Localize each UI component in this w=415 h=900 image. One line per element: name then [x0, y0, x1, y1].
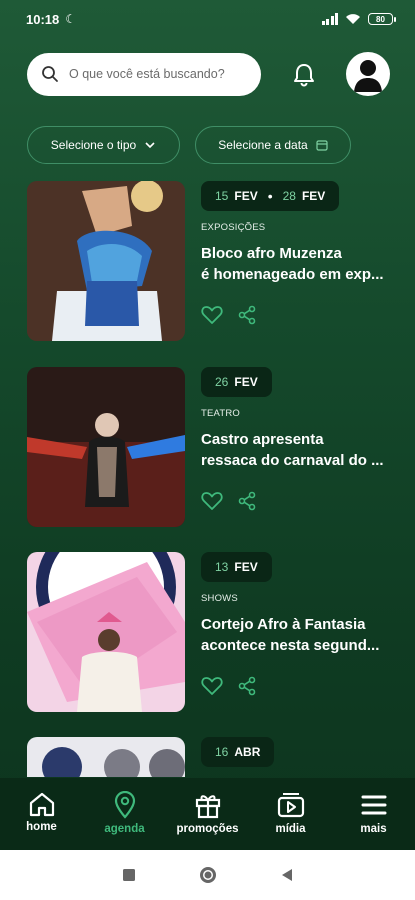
- date-start-day: 15: [215, 189, 229, 203]
- calendar-icon: [316, 140, 328, 151]
- bottom-nav: home agenda promoções mídia mais: [0, 778, 415, 850]
- event-actions: [201, 676, 257, 696]
- event-title-line-2: ressaca do carnaval do ...: [201, 452, 384, 469]
- nav-item-mais[interactable]: mais: [332, 778, 415, 850]
- date-start-month: FEV: [234, 189, 258, 203]
- chevron-down-icon: [145, 142, 155, 149]
- date-start-day: 26: [215, 375, 229, 389]
- date-start-month: ABR: [234, 745, 261, 759]
- nav-item-label: mais: [360, 823, 387, 835]
- event-image[interactable]: [27, 552, 185, 712]
- event-card[interactable]: 13 FEV SHOWS Cortejo Afro à Fantasia aco…: [27, 552, 407, 712]
- date-end-month: FEV: [301, 189, 326, 203]
- date-filter-dropdown[interactable]: Selecione a data: [195, 126, 351, 164]
- event-image[interactable]: [27, 367, 185, 527]
- user-icon: [354, 60, 382, 92]
- nav-item-label: agenda: [104, 823, 145, 835]
- date-badge: 26 FEV: [201, 367, 272, 397]
- event-category: TEATRO: [201, 408, 241, 419]
- home-icon: [29, 792, 54, 817]
- status-bar: 10:18 ☾ 80: [0, 0, 415, 38]
- recents-icon[interactable]: [122, 868, 136, 882]
- gift-icon: [195, 795, 220, 819]
- nav-item-agenda[interactable]: agenda: [83, 778, 166, 850]
- battery-level: 80: [376, 14, 385, 24]
- event-image[interactable]: [27, 181, 185, 341]
- nav-item-label: promoções: [176, 823, 239, 835]
- nav-item-home[interactable]: home: [0, 778, 83, 850]
- status-time: 10:18: [26, 11, 60, 27]
- event-category: SHOWS: [201, 593, 238, 604]
- type-filter-dropdown[interactable]: Selecione o tipo: [27, 126, 180, 164]
- home-circle-icon[interactable]: [198, 865, 218, 885]
- search-icon: [42, 66, 58, 82]
- event-card[interactable]: 26 FEV TEATRO Castro apresenta ressaca d…: [27, 367, 407, 527]
- date-filter-label: Selecione a data: [218, 138, 308, 152]
- filter-bar: Selecione o tipo Selecione a data: [27, 126, 351, 164]
- event-title-line-2: acontece nesta segund...: [201, 637, 380, 654]
- nav-item-label: home: [26, 821, 57, 833]
- type-filter-label: Selecione o tipo: [50, 138, 137, 152]
- play-icon: [277, 793, 304, 818]
- date-start-month: FEV: [234, 560, 258, 574]
- event-card[interactable]: 16 ABR: [27, 737, 407, 777]
- menu-icon: [361, 795, 386, 815]
- system-nav-bar: [0, 850, 415, 900]
- heart-icon[interactable]: [201, 305, 223, 325]
- heart-icon[interactable]: [201, 676, 223, 696]
- date-badge: 16 ABR: [201, 737, 275, 767]
- event-image[interactable]: [27, 737, 185, 777]
- event-title-line-2: é homenageado em exp...: [201, 266, 384, 283]
- signal-icon: [321, 13, 338, 25]
- event-category: EXPOSIÇÕES: [201, 222, 266, 233]
- heart-icon[interactable]: [201, 491, 223, 511]
- event-title[interactable]: Cortejo Afro à Fantasia acontece nesta s…: [201, 614, 393, 656]
- event-list[interactable]: 15 FEV • 28 FEV EXPOSIÇÕES Bloco afro Mu…: [27, 181, 415, 777]
- header: [27, 52, 390, 96]
- share-icon[interactable]: [237, 676, 257, 696]
- wifi-icon: [346, 14, 360, 24]
- back-icon[interactable]: [280, 867, 294, 883]
- event-title[interactable]: Bloco afro Muzenza é homenageado em exp.…: [201, 243, 393, 285]
- nav-item-midia[interactable]: mídia: [249, 778, 332, 850]
- event-title-line-1: Bloco afro Muzenza: [201, 245, 342, 262]
- event-title-line-1: Cortejo Afro à Fantasia: [201, 616, 366, 633]
- date-start-month: FEV: [234, 375, 258, 389]
- search-input[interactable]: [69, 67, 249, 81]
- date-start-day: 13: [215, 560, 229, 574]
- battery-icon: 80: [368, 13, 396, 25]
- bell-icon[interactable]: [289, 60, 319, 90]
- search-bar[interactable]: [27, 52, 261, 96]
- profile-avatar[interactable]: [346, 52, 390, 96]
- date-badge: 15 FEV • 28 FEV: [201, 181, 340, 211]
- event-title[interactable]: Castro apresenta ressaca do carnaval do …: [201, 429, 393, 471]
- event-actions: [201, 491, 257, 511]
- share-icon[interactable]: [237, 305, 257, 325]
- date-end-day: 28: [282, 189, 296, 203]
- date-badge: 13 FEV: [201, 552, 272, 582]
- event-actions: [201, 305, 257, 325]
- moon-icon: ☾: [65, 12, 77, 26]
- event-card[interactable]: 15 FEV • 28 FEV EXPOSIÇÕES Bloco afro Mu…: [27, 181, 407, 341]
- nav-item-promocoes[interactable]: promoções: [166, 778, 249, 850]
- nav-item-label: mídia: [275, 823, 306, 835]
- date-separator: •: [267, 188, 273, 204]
- date-start-day: 16: [215, 745, 229, 759]
- event-title-line-1: Castro apresenta: [201, 431, 324, 448]
- share-icon[interactable]: [237, 491, 257, 511]
- map-pin-icon: [114, 791, 135, 819]
